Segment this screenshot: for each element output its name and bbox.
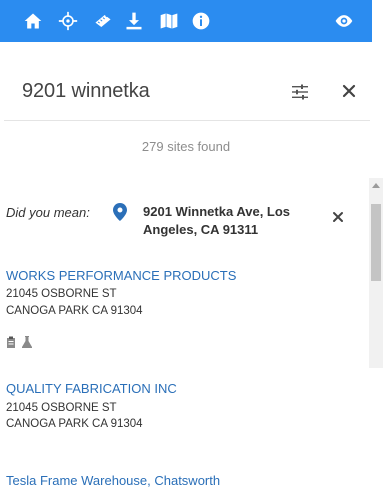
- scroll-thumb[interactable]: [371, 204, 381, 281]
- eye-icon[interactable]: [332, 9, 356, 33]
- filter-icon[interactable]: [290, 82, 310, 102]
- site-program-icons: [6, 335, 32, 348]
- clear-search-button[interactable]: [340, 82, 358, 100]
- site-city: CANOGA PARK CA 91304: [6, 305, 143, 317]
- clipboard-icon[interactable]: [6, 335, 16, 348]
- info-icon[interactable]: [189, 9, 213, 33]
- site-street: 21045 OSBORNE ST: [6, 402, 117, 414]
- crosshair-icon[interactable]: [56, 9, 80, 33]
- ruler-icon[interactable]: [91, 9, 115, 33]
- map-icon[interactable]: [157, 9, 181, 33]
- suggested-address-line2: Angeles, CA 91311: [143, 222, 259, 237]
- site-name-link[interactable]: WORKS PERFORMANCE PRODUCTS: [6, 268, 236, 283]
- download-icon[interactable]: [122, 9, 146, 33]
- search-input[interactable]: 9201 winnetka: [22, 80, 150, 103]
- suggested-address-link[interactable]: 9201 Winnetka Ave, Los Angeles, CA 91311: [143, 203, 313, 239]
- results-count: 279 sites found: [141, 139, 231, 154]
- suggested-address-line1: 9201 Winnetka Ave, Los: [143, 204, 291, 219]
- did-you-mean-label: Did you mean:: [6, 205, 90, 220]
- top-toolbar: [0, 0, 372, 42]
- search-bar: 9201 winnetka: [0, 64, 372, 104]
- flask-icon[interactable]: [22, 335, 32, 348]
- location-pin-icon: [113, 203, 127, 221]
- scroll-up-icon[interactable]: [372, 183, 380, 188]
- site-street: 21045 OSBORNE ST: [6, 288, 117, 300]
- scrollbar[interactable]: [369, 178, 383, 368]
- home-icon[interactable]: [21, 9, 45, 33]
- site-name-link[interactable]: QUALITY FABRICATION INC: [6, 381, 177, 396]
- divider: [4, 120, 370, 121]
- dismiss-suggestion-button[interactable]: [331, 210, 345, 224]
- site-city: CANOGA PARK CA 91304: [6, 418, 143, 430]
- site-name-link-partial[interactable]: Tesla Frame Warehouse, Chatsworth: [6, 474, 366, 487]
